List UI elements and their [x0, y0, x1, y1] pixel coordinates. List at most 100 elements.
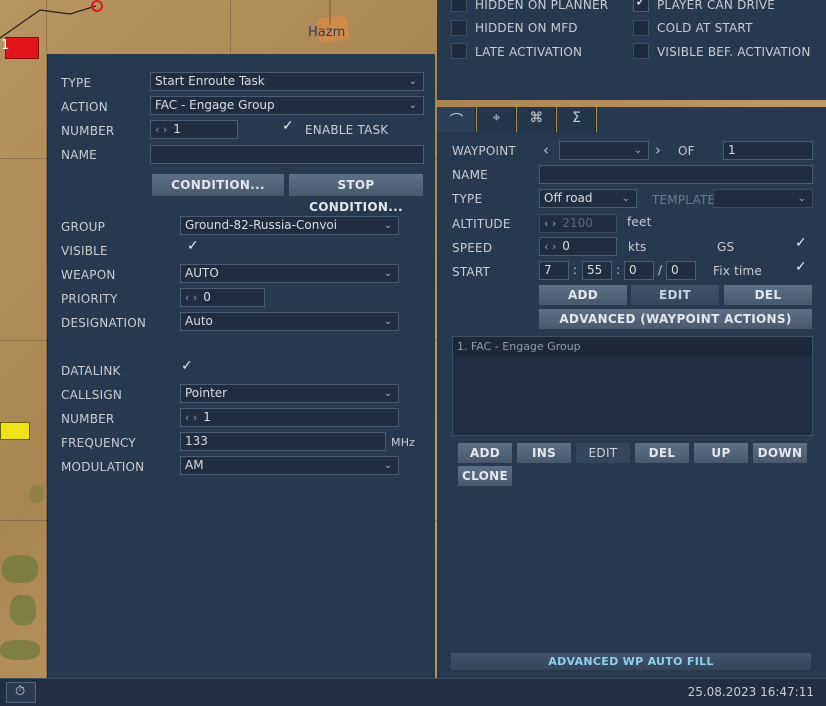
speed-label: SPEED — [452, 241, 493, 255]
cold-at-start-label: COLD AT START — [657, 21, 753, 35]
gs-checkbox[interactable] — [794, 235, 810, 254]
condition-button[interactable]: CONDITION... — [151, 173, 285, 197]
task-number-value: 1 — [173, 122, 181, 136]
unit-red-label: 1 — [1, 38, 10, 53]
target-icon: ⌖ — [492, 110, 501, 126]
task-panel: TYPE Start Enroute Task ⌄ ACTION FAC - En… — [47, 54, 435, 678]
callsign-value: Pointer — [185, 386, 228, 400]
late-activation-checkbox[interactable] — [451, 43, 467, 59]
start-sec-input[interactable]: 0 — [666, 261, 696, 280]
unit-options-panel: HIDDEN ON PLANNER PLAYER CAN DRIVE HIDDE… — [437, 0, 826, 100]
action-add-button[interactable]: ADD — [457, 442, 513, 464]
start-hour-input[interactable]: 55 — [582, 261, 612, 280]
priority-value: 0 — [203, 290, 211, 304]
cold-at-start-checkbox[interactable] — [633, 20, 649, 36]
modulation-select[interactable]: AM ⌄ — [180, 456, 399, 475]
task-type-value: Start Enroute Task — [155, 74, 265, 88]
player-can-drive-checkbox[interactable] — [633, 0, 649, 12]
player-can-drive-label: PLAYER CAN DRIVE — [657, 0, 776, 12]
speed-stepper[interactable]: ‹ › 0 — [539, 237, 617, 256]
start-label: START — [452, 265, 491, 279]
group-select[interactable]: Ground-82-Russia-Convoi ⌄ — [180, 216, 399, 235]
speed-unit: kts — [628, 240, 647, 254]
chevron-down-icon: ⌄ — [408, 76, 417, 87]
waypoint-prev-icon[interactable]: ‹ — [543, 141, 549, 159]
unit-red-marker[interactable] — [5, 37, 39, 59]
chevron-down-icon: ⌄ — [383, 220, 392, 231]
callsign-select[interactable]: Pointer ⌄ — [180, 384, 399, 403]
weapon-value: AUTO — [185, 266, 219, 280]
wp-type-value: Off road — [544, 191, 593, 205]
start-min-input[interactable]: 0 — [624, 261, 654, 280]
callsign-number-label: NUMBER — [61, 412, 115, 426]
frequency-input[interactable]: 133 — [180, 432, 386, 451]
wp-edit-button[interactable]: EDIT — [630, 284, 720, 306]
clock-icon[interactable]: ⏱ — [6, 682, 36, 703]
stepper-arrows-icon: ‹ › — [185, 411, 198, 424]
fix-time-checkbox[interactable] — [794, 259, 810, 278]
altitude-value: 2100 — [562, 216, 593, 230]
wp-name-input[interactable] — [539, 165, 813, 184]
designation-select[interactable]: Auto ⌄ — [180, 312, 399, 331]
waypoint-panel: WAYPOINT ‹ ⌄ › OF 1 NAME TYPE Off road ⌄ … — [437, 132, 826, 678]
callsign-number-stepper[interactable]: ‹ › 1 — [180, 408, 399, 427]
route-line — [0, 0, 331, 39]
action-down-button[interactable]: DOWN — [752, 442, 808, 464]
action-select[interactable]: FAC - Engage Group ⌄ — [150, 96, 424, 115]
enable-task-checkbox[interactable] — [281, 118, 297, 137]
template-select: ⌄ — [713, 189, 813, 208]
group-label: GROUP — [61, 220, 106, 234]
visible-checkbox[interactable] — [186, 238, 202, 257]
start-day-input[interactable]: 7 — [539, 261, 569, 280]
advanced-waypoint-actions-button[interactable]: ADVANCED (WAYPOINT ACTIONS) — [538, 308, 813, 330]
actions-list[interactable]: 1. FAC - Engage Group — [452, 336, 813, 436]
status-bar: ⏱ 25.08.2023 16:47:11 — [0, 678, 826, 706]
action-up-button[interactable]: UP — [693, 442, 749, 464]
wp-del-button[interactable]: DEL — [723, 284, 813, 306]
actions-list-item[interactable]: 1. FAC - Engage Group — [453, 337, 812, 357]
task-name-input[interactable] — [150, 145, 424, 164]
tab-summary[interactable]: Σ — [557, 107, 596, 132]
summary-icon: Σ — [572, 110, 581, 126]
gs-label: GS — [717, 240, 735, 254]
weapon-label: WEAPON — [61, 268, 116, 282]
weapon-select[interactable]: AUTO ⌄ — [180, 264, 399, 283]
priority-stepper[interactable]: ‹ › 0 — [180, 288, 265, 307]
tab-payload[interactable]: ⌘ — [517, 107, 556, 132]
wp-type-select[interactable]: Off road ⌄ — [539, 189, 637, 208]
action-clone-button[interactable]: CLONE — [457, 465, 513, 487]
unit-yellow-marker[interactable] — [0, 422, 30, 440]
hidden-on-mfd-checkbox[interactable] — [451, 20, 467, 36]
datalink-label: DATALINK — [61, 364, 121, 378]
fix-time-label: Fix time — [713, 264, 762, 278]
callsign-label: CALLSIGN — [61, 388, 122, 402]
chevron-down-icon: ⌄ — [797, 193, 806, 204]
task-name-label: NAME — [61, 148, 97, 162]
stepper-arrows-icon: ‹ › — [544, 240, 557, 253]
action-ins-button[interactable]: INS — [516, 442, 572, 464]
task-type-select[interactable]: Start Enroute Task ⌄ — [150, 72, 424, 91]
hidden-on-planner-checkbox[interactable] — [451, 0, 467, 12]
mission-datetime: 25.08.2023 16:47:11 — [687, 685, 814, 699]
waypoint-label: WAYPOINT — [452, 144, 516, 158]
task-number-label: NUMBER — [61, 124, 115, 138]
action-label: ACTION — [61, 100, 108, 114]
action-edit-button[interactable]: EDIT — [575, 442, 631, 464]
tab-route[interactable]: ⌒ — [437, 107, 476, 132]
advanced-wp-auto-fill-button[interactable]: ADVANCED WP AUTO FILL — [450, 652, 812, 671]
action-del-button[interactable]: DEL — [634, 442, 690, 464]
payload-icon: ⌘ — [529, 110, 544, 126]
task-number-stepper[interactable]: ‹ › 1 — [150, 120, 238, 139]
stop-condition-button[interactable]: STOP CONDITION... — [288, 173, 424, 214]
visible-bef-activation-checkbox[interactable] — [633, 43, 649, 59]
wp-add-button[interactable]: ADD — [538, 284, 628, 306]
chevron-down-icon: ⌄ — [621, 193, 630, 204]
waypoint-select[interactable]: ⌄ — [559, 141, 649, 160]
speed-value: 0 — [562, 239, 570, 253]
of-label: OF — [678, 144, 695, 158]
datalink-checkbox[interactable] — [180, 358, 196, 377]
enable-task-label: ENABLE TASK — [305, 123, 389, 137]
tab-targets[interactable]: ⌖ — [477, 107, 516, 132]
waypoint-next-icon[interactable]: › — [655, 141, 661, 159]
late-activation-label: LATE ACTIVATION — [475, 45, 583, 59]
